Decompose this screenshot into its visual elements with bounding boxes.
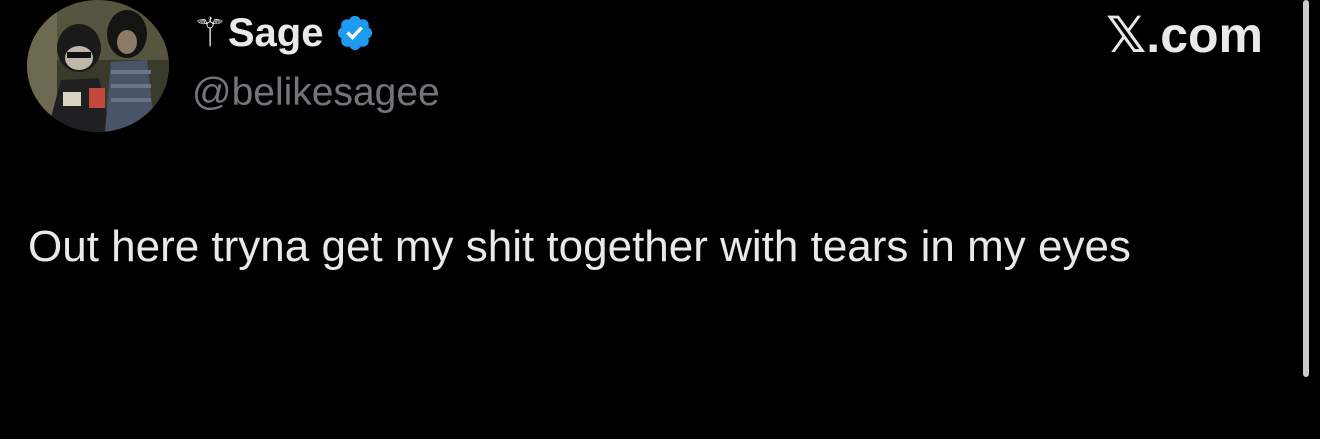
- verified-badge-icon: [335, 13, 375, 53]
- tweet-text: Out here tryna get my shit together with…: [28, 222, 1131, 271]
- scrollbar[interactable]: [1303, 0, 1309, 377]
- display-name[interactable]: ⚚Sage: [192, 10, 323, 56]
- profile-avatar[interactable]: [27, 0, 169, 132]
- x-watermark: 𝕏.com: [1106, 7, 1263, 63]
- user-handle[interactable]: @belikesagee: [192, 70, 440, 116]
- tweet-card: ⚚Sage @belikesagee 𝕏.com Out here tryna …: [0, 0, 1320, 439]
- avatar-image: [27, 0, 169, 132]
- display-name-row[interactable]: ⚚Sage: [192, 10, 375, 56]
